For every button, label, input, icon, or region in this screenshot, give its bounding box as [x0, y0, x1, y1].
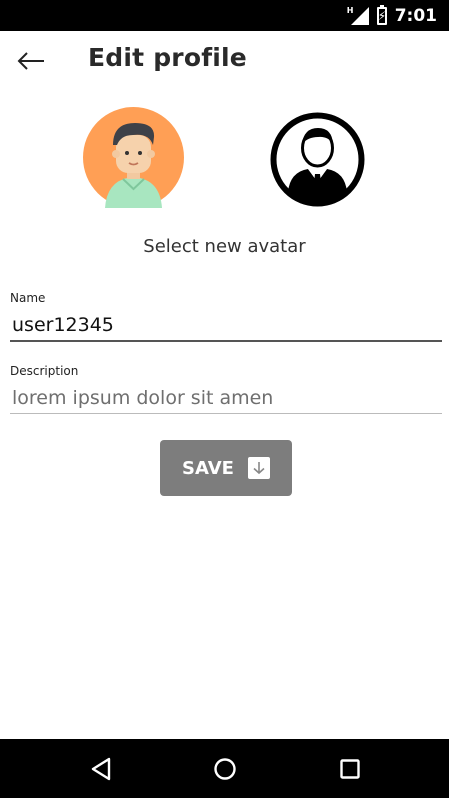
network-type-label: H	[346, 5, 354, 15]
page-title: Edit profile	[88, 43, 247, 72]
status-time: 7:01	[394, 5, 437, 26]
nav-recents-icon	[340, 759, 360, 779]
businessman-avatar[interactable]	[270, 112, 365, 207]
save-label: SAVE	[182, 457, 234, 479]
name-label: Name	[10, 291, 46, 305]
app-bar: Edit profile	[0, 31, 449, 89]
back-button[interactable]	[10, 41, 52, 81]
avatar-picker	[0, 107, 449, 209]
select-avatar-label: Select new avatar	[143, 236, 306, 257]
download-icon	[247, 457, 270, 479]
nav-recents-button[interactable]	[333, 753, 367, 785]
save-button[interactable]: SAVE	[160, 440, 292, 496]
nav-back-button[interactable]	[84, 753, 118, 785]
nav-home-button[interactable]	[208, 753, 242, 785]
signal-icon: H	[346, 5, 369, 25]
nav-back-icon	[91, 757, 111, 781]
name-field-group: Name	[10, 287, 442, 342]
name-input[interactable]	[10, 312, 442, 342]
description-input[interactable]	[10, 385, 442, 414]
arrow-left-icon	[17, 52, 44, 70]
description-label: Description	[10, 364, 79, 378]
status-bar: H ⚡ 7:01	[0, 0, 449, 31]
nav-home-icon	[214, 758, 236, 780]
description-field-group: Description	[10, 360, 442, 414]
battery-charging-icon: ⚡	[376, 4, 387, 25]
cartoon-man-avatar[interactable]	[83, 107, 184, 208]
system-nav-bar	[0, 739, 449, 798]
